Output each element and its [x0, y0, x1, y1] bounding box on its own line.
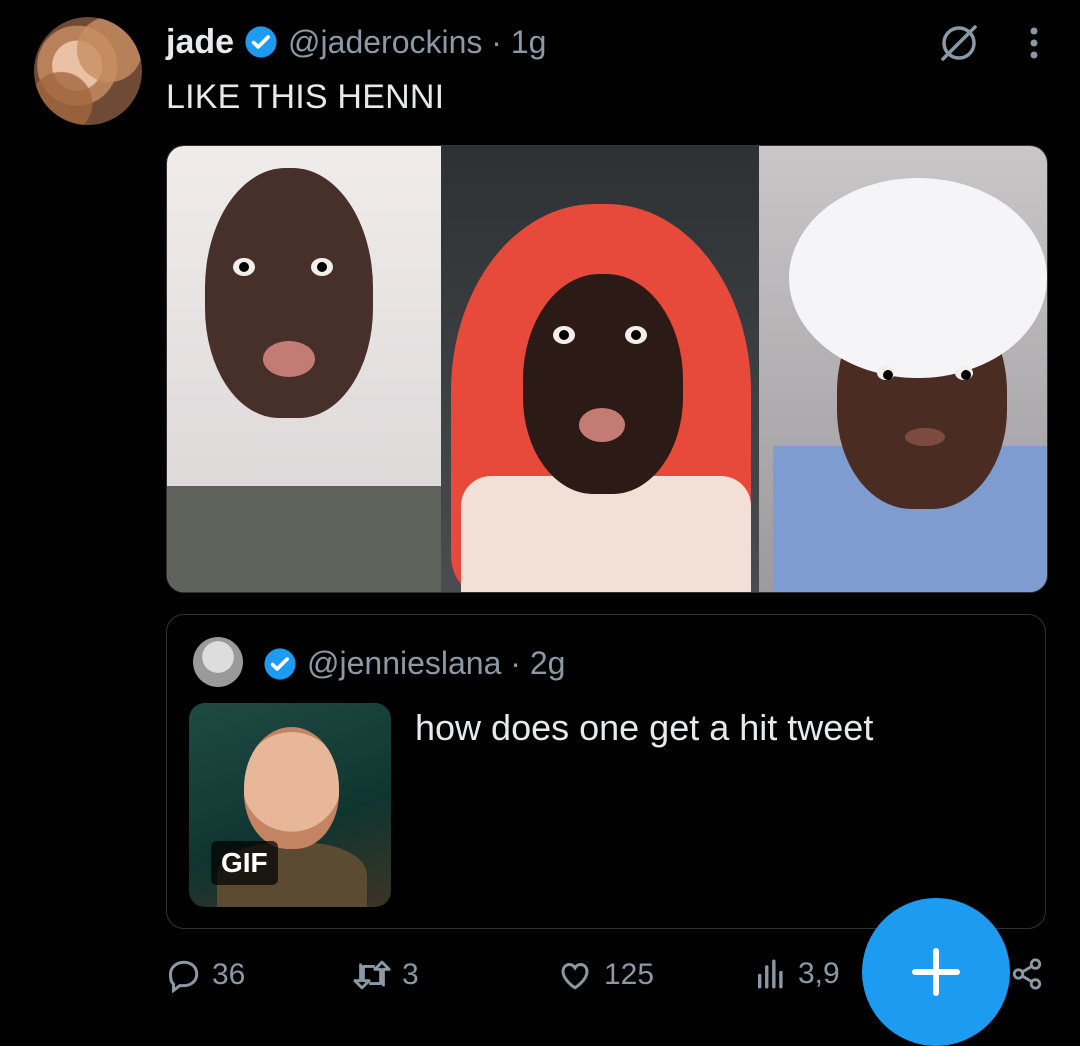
quoted-gif[interactable]: GIF	[189, 703, 391, 907]
views-icon	[757, 959, 783, 989]
grok-icon[interactable]	[938, 22, 980, 64]
reply-icon	[168, 960, 199, 993]
media-panel-1	[167, 146, 441, 592]
verified-badge-icon	[245, 26, 277, 58]
quoted-header: @jennieslana · 2g	[263, 645, 565, 682]
retweet-action[interactable]: 3	[352, 957, 419, 993]
like-action[interactable]: 125	[556, 957, 654, 993]
author-avatar[interactable]	[34, 17, 142, 125]
gif-badge: GIF	[211, 841, 278, 885]
plus-icon	[912, 948, 960, 996]
author-handle[interactable]: @jaderockins · 1g	[288, 24, 546, 61]
reply-count: 36	[212, 958, 246, 991]
quoted-text: how does one get a hit tweet	[415, 707, 874, 748]
like-count: 125	[604, 958, 655, 991]
quoted-handle[interactable]: @jennieslana · 2g	[307, 645, 565, 682]
share-action[interactable]	[1010, 957, 1044, 991]
tweet-text: LIKE THIS HENNI	[166, 78, 445, 116]
verified-badge-icon	[264, 647, 296, 680]
views-action[interactable]: 3,9	[754, 957, 840, 991]
retweet-icon	[353, 960, 391, 990]
tweet-header: jade @jaderockins · 1g	[166, 22, 546, 62]
media-panel-3	[759, 146, 1047, 592]
retweet-count: 3	[402, 958, 419, 991]
quoted-author-avatar[interactable]	[193, 637, 243, 687]
reply-action[interactable]: 36	[166, 957, 245, 993]
heart-icon	[561, 962, 589, 990]
tweet-top-actions	[938, 22, 1040, 64]
share-icon	[1012, 958, 1042, 990]
media-panel-2	[441, 146, 759, 592]
quoted-tweet[interactable]: @jennieslana · 2g GIF how does one get a…	[166, 614, 1046, 929]
author-name[interactable]: jade	[166, 23, 234, 62]
tweet-media[interactable]	[166, 145, 1048, 593]
more-vertical-icon[interactable]	[1028, 25, 1040, 61]
compose-button[interactable]	[862, 898, 1010, 1046]
views-count: 3,9	[798, 957, 840, 990]
